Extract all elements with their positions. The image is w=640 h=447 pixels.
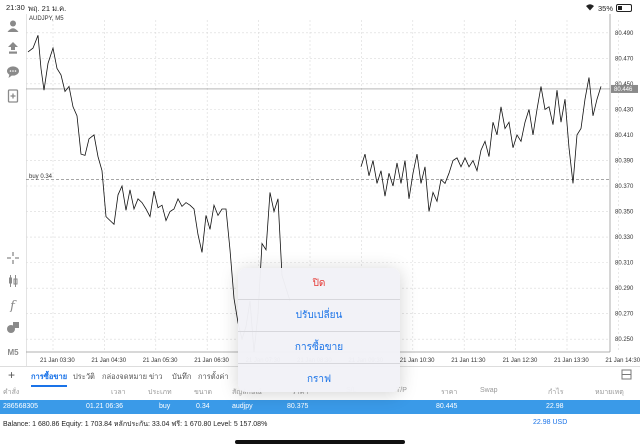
chart-symbol: AUDJPY, M5 [29,16,64,22]
time-tick-label: 21 Jan 12:30 [503,358,538,364]
col-comment: หมายเหตุ [595,389,624,396]
price-tick-label: 80.270 [615,312,634,318]
status-bar: 21:30 พฤ. 21 ม.ค. 35% [0,0,640,14]
col-order: คำสั่ง [3,389,20,396]
timeframe-button[interactable]: M5 [5,344,21,360]
col-profit: กำไร [548,389,564,396]
upload-arrows-icon[interactable] [5,40,21,56]
price-tick-label: 80.250 [615,337,634,343]
price-tick-label: 80.490 [615,31,634,37]
tab-mailbox[interactable]: กล่องจดหมาย [102,371,147,383]
svg-text:f: f [9,299,17,312]
tab-settings[interactable]: การตั้งค่า [198,371,229,383]
tab-journal[interactable]: บันทึก [172,371,191,383]
total-profit-value: 22.98 [533,419,551,426]
price-line-series-right [360,77,602,212]
price-tick-label: 80.330 [615,235,634,241]
position-row[interactable]: 286568305 01.21 06:36 buy 0.34 audjpy 80… [0,400,640,414]
price-tick-label: 80.390 [615,158,634,164]
position-profit: 22.98 [546,403,564,410]
position-symbol: audjpy [232,403,253,410]
currency-label: USD [552,419,568,426]
time-tick-label: 21 Jan 11:30 [451,358,486,364]
status-right: 35% [585,3,632,13]
price-tick-label: 80.410 [615,133,634,139]
menu-modify-position[interactable]: ปรับเปลี่ยน [238,300,400,332]
col-current-price: ราคา [441,389,458,396]
menu-close-position[interactable]: ปิด [238,268,400,300]
price-tick-label: 80.470 [615,56,634,62]
position-order: 286568305 [3,403,39,410]
menu-chart[interactable]: กราฟ [238,364,400,392]
position-type: buy [159,403,171,410]
position-price: 80.375 [287,403,309,410]
time-tick-label: 21 Jan 03:30 [40,358,75,364]
add-document-icon[interactable] [5,88,21,104]
price-tick-label: 80.310 [615,261,634,267]
col-type: ประเภท [148,389,172,396]
current-price-tag-text: 80.446 [614,87,633,93]
col-swap: Swap [480,387,498,394]
battery-percent: 35% [597,3,613,13]
time-tick-label: 21 Jan 05:30 [143,358,178,364]
battery-icon [616,4,632,12]
tab-trade[interactable]: การซื้อขาย [31,371,68,387]
balance-summary: Balance: 1 680.86 Equity: 1 703.84 หลักป… [3,421,268,428]
position-action-menu: ปิด ปรับเปลี่ยน การซื้อขาย กราฟ [238,268,400,392]
time-tick-label: 21 Jan 13:30 [554,358,589,364]
chat-icon[interactable] [5,64,21,80]
total-profit: 22.98 USD [533,419,567,426]
expand-icon[interactable] [621,369,632,382]
wifi-icon [585,3,595,13]
crosshair-icon[interactable] [5,250,21,266]
price-tick-label: 80.350 [615,210,634,216]
price-tick-label: 80.370 [615,184,634,190]
add-icon[interactable]: + [8,368,15,382]
tab-history[interactable]: ประวัติ [73,371,95,383]
buy-level-label: buy 0.34 [29,174,53,180]
position-volume: 0.34 [196,403,210,410]
time-tick-label: 21 Jan 14:30 [605,358,640,364]
col-volume: ขนาด [194,389,213,396]
home-indicator[interactable] [235,440,405,444]
price-tick-label: 80.290 [615,286,634,292]
person-icon[interactable] [5,18,21,34]
position-time: 01.21 06:36 [86,403,123,410]
function-icon[interactable]: f [5,297,21,313]
candlestick-icon[interactable] [5,273,21,289]
left-toolbar: f M5 [0,14,27,366]
col-time: เวลา [111,389,126,396]
price-tick-label: 80.430 [615,107,634,113]
menu-trade[interactable]: การซื้อขาย [238,332,400,364]
position-current-price: 80.445 [436,403,458,410]
time-tick-label: 21 Jan 04:30 [91,358,126,364]
objects-icon[interactable] [5,320,21,336]
tab-news[interactable]: ข่าว [149,371,163,383]
time-tick-label: 21 Jan 10:30 [400,358,435,364]
status-time: 21:30 [6,3,25,12]
time-tick-label: 21 Jan 06:30 [194,358,229,364]
balance-row: Balance: 1 680.86 Equity: 1 703.84 หลักป… [0,417,640,430]
